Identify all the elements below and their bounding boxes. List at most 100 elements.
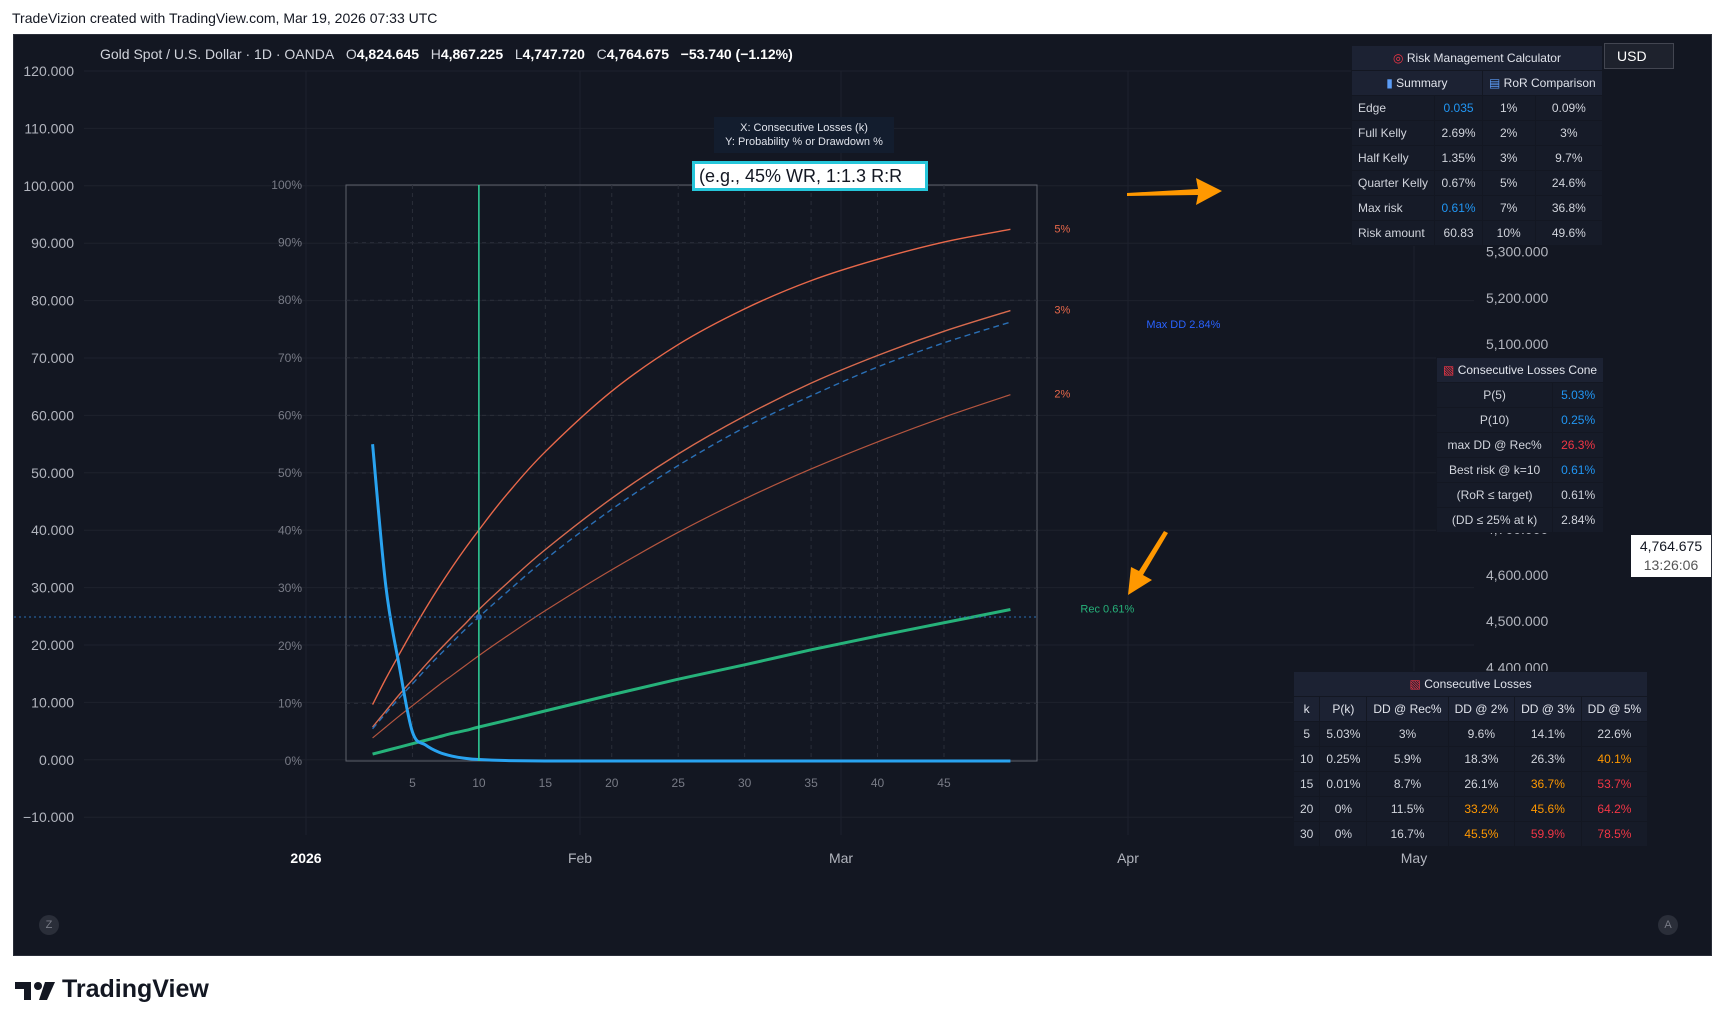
cone-cell-value: 26.3% [1552,432,1605,458]
left-axis-label: 40.000 [31,522,74,538]
low-value: 4,747.720 [522,46,585,62]
right-axis-label: 5,200.000 [1486,290,1548,306]
y-axis-title: Y: Probability % or Drawdown % [725,136,883,148]
risk-calculator-table: ◎ Risk Management Calculator ▮ Summary ▤… [1350,45,1604,246]
cone-cell-label: P(5) [1435,382,1554,408]
cone-row: (RoR ≤ target) 0.61% [1435,482,1605,508]
cone-cell-label: (DD ≤ 25% at k) [1435,507,1554,533]
losses-cell: 5.03% [1319,721,1368,747]
cone-y-tick: 20% [278,639,302,653]
risk-row: Half Kelly 1.35% 3% 9.7% [1350,145,1604,171]
risk-cell-value: 0.67% [1434,170,1483,196]
cone-row: max DD @ Rec% 26.3% [1435,432,1605,458]
probability-curve [371,444,1011,763]
cone-x-tick: 5 [409,776,416,790]
low-label: L [514,46,523,62]
losses-cell: 5.9% [1366,746,1449,772]
time-axis: 2026 Feb Mar Apr May [290,850,1427,866]
cone-summary-table: ▧ Consecutive Losses Cone P(5) 5.03% P(10)… [1435,357,1605,533]
losses-cell: 45.5% [1447,821,1516,847]
losses-cell: 45.6% [1514,796,1582,822]
left-axis-label: −10.000 [23,809,74,825]
consecutive-losses-table: ▧ Consecutive Losses k P(k) DD @ Rec% DD @ … [1292,671,1649,847]
losses-cell: 16.7% [1366,821,1449,847]
change-value: −53.740 (−1.12%) [680,46,793,62]
currency-button[interactable]: USD [1604,43,1674,69]
left-axis-label: 20.000 [31,637,74,653]
ror-header: ▤ RoR Comparison [1481,70,1604,96]
top-caption: TradeVizion created with TradingView.com… [12,10,438,26]
label-2pct: 2% [1054,389,1070,401]
time-axis-label: 2026 [290,850,321,866]
risk-cell-ror: 24.6% [1534,170,1604,196]
cone-y-tick: 90% [278,236,302,250]
bar-countdown: 13:26:06 [1643,557,1699,573]
cone-cell-value: 2.84% [1552,507,1605,533]
risk-cell-label: Quarter Kelly [1350,170,1436,196]
cone-cell-value: 0.25% [1552,407,1605,433]
losses-header-cell: DD @ 2% [1447,696,1516,722]
losses-cell: 5 [1292,721,1321,747]
x-axis-title: X: Consecutive Losses (k) [740,122,868,134]
cone-y-tick: 30% [278,581,302,595]
risk-cell-risk: 2% [1481,120,1536,146]
cone-x-tick: 10 [472,776,486,790]
right-axis-label: 5,300.000 [1486,244,1548,260]
cone-cell-value: 0.61% [1552,457,1605,483]
cone-x-tick: 25 [672,776,686,790]
dd-3pct-curve [372,309,1011,728]
left-axis-label: 90.000 [31,235,74,251]
risk-cell-risk: 5% [1481,170,1536,196]
max-dd-point [475,614,482,620]
time-axis-label: Mar [829,850,853,866]
cone-cell-label: Best risk @ k=10 [1435,457,1554,483]
right-axis-label: 4,500.000 [1486,613,1548,629]
losses-row: 15 0.01% 8.7% 26.1% 36.7% 53.7% [1292,771,1649,797]
target-icon: ◎ [1393,51,1404,65]
risk-cell-ror: 3% [1534,120,1604,146]
cone-plot: 100% 90% 80% 70% 60% 50% 40% 30% 20% 10% 0% 5 10 15 20… [14,178,1221,790]
cone-row: (DD ≤ 25% at k) 2.84% [1435,507,1605,533]
losses-row: 5 5.03% 3% 9.6% 14.1% 22.6% [1292,721,1649,747]
losses-cell: 0% [1319,821,1368,847]
cone-y-tick: 80% [278,293,302,307]
cone-cell-label: P(10) [1435,407,1554,433]
risk-cell-ror: 36.8% [1534,195,1604,221]
risk-row: Edge 0.035 1% 0.09% [1350,95,1604,121]
last-price-tag: 4,764.675 13:26:06 [1631,535,1711,577]
arrow-to-rec-line-icon [1128,531,1168,595]
settings-text-box[interactable]: (e.g., 45% WR, 1:1.3 R:R [692,161,928,191]
cone-y-tick: 70% [278,351,302,365]
losses-header-cell: P(k) [1319,696,1368,722]
symbol-name: Gold Spot / U.S. Dollar · 1D · OANDA [100,46,335,62]
risk-cell-risk: 7% [1481,195,1536,221]
risk-cell-value: 0.61% [1434,195,1483,221]
zoom-button-left[interactable]: Z [39,915,59,935]
risk-cell-risk: 10% [1481,220,1536,246]
close-label: C [596,46,607,62]
right-axis-label: 5,100.000 [1486,336,1548,352]
left-axis-label: 50.000 [31,465,74,481]
risk-row: Risk amount 60.83 10% 49.6% [1350,220,1604,246]
risk-cell-value: 0.035 [1434,95,1483,121]
cone-x-tick: 35 [804,776,818,790]
chart-up-icon: ▤ [1488,76,1501,90]
chart-down-icon: ▧ [1409,677,1421,691]
right-axis-label: 4,600.000 [1486,567,1548,583]
left-axis-label: 120.000 [23,63,74,79]
chart-area[interactable]: 120.000 110.000 100.000 90.000 80.000 70.000 6… [13,34,1712,956]
symbol-legend[interactable]: Gold Spot / U.S. Dollar · 1D · OANDA O4,… [100,46,793,62]
losses-header-cell: DD @ Rec% [1366,696,1449,722]
risk-cell-label: Half Kelly [1350,145,1436,171]
losses-cell: 0.25% [1319,746,1368,772]
rec-risk-line [372,608,1011,756]
losses-cell: 20 [1292,796,1321,822]
losses-cell: 40.1% [1580,746,1649,772]
auto-scale-button[interactable]: A [1658,915,1678,935]
risk-cell-value: 1.35% [1434,145,1483,171]
left-axis-label: 100.000 [23,178,74,194]
time-axis-label: May [1401,850,1427,866]
cone-y-tick: 10% [278,696,302,710]
cone-x-tick: 20 [605,776,619,790]
cone-cell-label: max DD @ Rec% [1435,432,1554,458]
